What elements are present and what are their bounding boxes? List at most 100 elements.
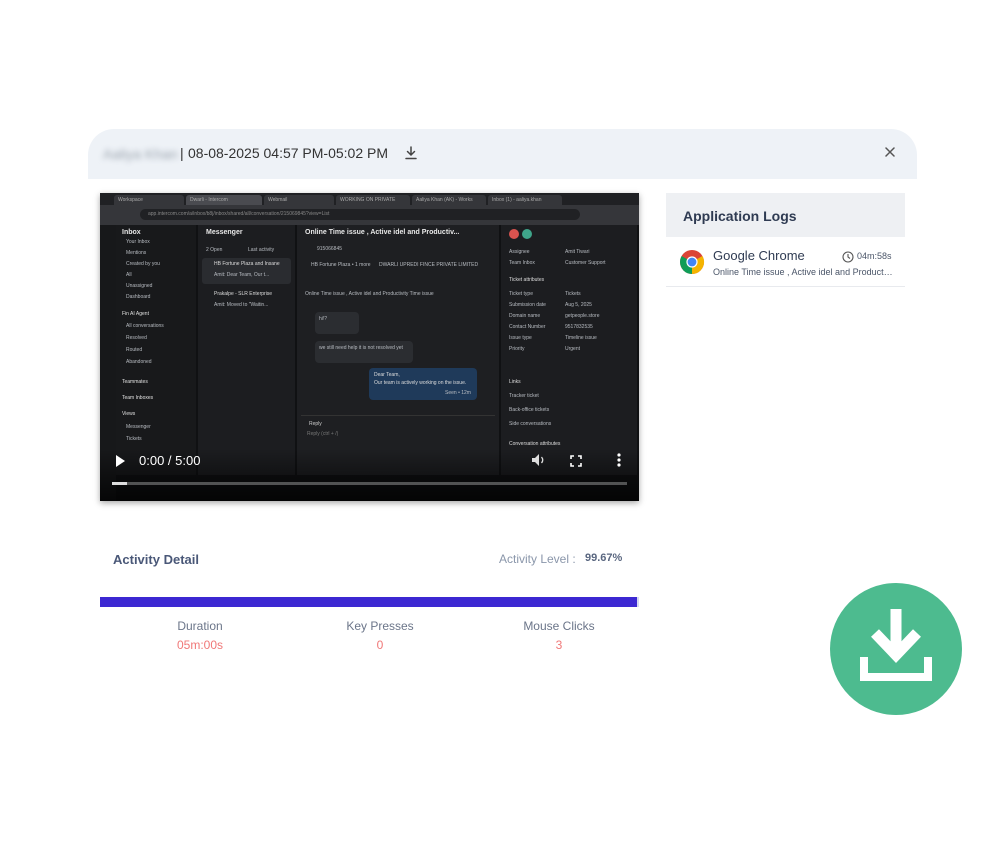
detail-section: Ticket attributes (509, 277, 545, 283)
detail-label: Ticket type (509, 291, 533, 297)
close-icon[interactable] (883, 145, 897, 159)
browser-tab: Aaliya Khan (AK) - Works (412, 195, 486, 205)
inbox-item: Your Inbox (126, 239, 150, 245)
browser-tab: Dwarli - Intercom (186, 195, 262, 205)
conversation-title: Prakalpe - SLR Enterprise (214, 291, 273, 297)
download-button[interactable] (830, 583, 962, 715)
google-chrome-icon (679, 249, 705, 275)
detail-value: Timeline issue (565, 335, 597, 341)
detail-link: Side conversations (509, 421, 552, 427)
volume-icon[interactable] (531, 453, 547, 467)
message-text: we still need help it is not resolved ye… (319, 345, 403, 351)
detail-value: Aug 5, 2025 (565, 302, 592, 308)
modal-header: Aaliya Khan | 08-08-2025 04:57 PM-05:02 … (88, 129, 917, 179)
detail-value: Urgent (565, 346, 581, 352)
user-name: Aaliya Khan (103, 146, 178, 162)
inbox-item: Routed (126, 347, 143, 353)
inbox-item: All (126, 272, 132, 278)
detail-value: Amit Tiwari (565, 249, 590, 255)
clock-icon (842, 250, 854, 263)
avatar (522, 229, 532, 239)
message-text: hi!? (319, 316, 328, 322)
session-video-player[interactable]: Workspace Dwarli - Intercom Webmail WORK… (100, 193, 639, 501)
message-text: Dear Team, (374, 372, 400, 378)
application-logs: Application Logs Google Chrome 04m:58s O… (666, 193, 905, 289)
app-log-item[interactable]: Google Chrome 04m:58s Online Time issue … (666, 237, 905, 287)
detail-label: Contact Number (509, 324, 546, 330)
inbox-item: Tickets (126, 436, 142, 442)
activity-detail-title: Activity Detail (113, 552, 199, 567)
video-progress-bar[interactable] (112, 482, 627, 485)
detail-section: Links (509, 379, 521, 385)
application-logs-title: Application Logs (683, 208, 797, 224)
inbox-item: Messenger (126, 424, 151, 430)
detail-value: getpeople.store (565, 313, 600, 319)
inbox-item: Abandoned (126, 359, 152, 365)
inbox-section: Fin AI Agent (122, 311, 149, 317)
more-options-icon[interactable] (616, 452, 622, 468)
download-icon (860, 609, 932, 681)
conversation-preview: Amit: Moved to "Waitin... (214, 302, 269, 308)
detail-label: Priority (509, 346, 525, 352)
message-bubble-agent: Dear Team, Our team is actively working … (369, 368, 477, 400)
reply-label: Reply (309, 421, 322, 427)
activity-level-value: 99.67% (585, 552, 623, 564)
header-separator: | (180, 145, 184, 161)
browser-tab: WORKING ON PRIVATE (336, 195, 410, 205)
detail-link: Tracker ticket (509, 393, 539, 399)
chat-title: Online Time issue , Active idel and Prod… (305, 229, 460, 236)
chat-company: HB Fortune Plaza • 1 more (311, 262, 371, 268)
download-icon[interactable] (404, 146, 418, 160)
message-meta: Seen • 12m (445, 390, 471, 396)
chat-panel: Online Time issue , Active idel and Prod… (297, 225, 499, 475)
conversation-item: HB Fortune Plaza and Insane Amit: Dear T… (202, 258, 291, 284)
duration-value: 05m:00s (176, 638, 224, 652)
inbox-section: Views (122, 411, 136, 417)
detail-value: 9517832535 (565, 324, 593, 330)
conversation-title: HB Fortune Plaza and Insane (214, 261, 280, 267)
chat-subject: Online Time issue , Active idel and Prod… (305, 291, 434, 297)
messenger-title: Messenger (206, 229, 243, 236)
mouse-clicks-value: 3 (555, 638, 563, 652)
detail-label: Issue type (509, 335, 532, 341)
mouse-clicks-label: Mouse Clicks (523, 619, 595, 633)
inbox-item: All conversations (126, 323, 164, 329)
activity-level-label: Activity Level : (499, 552, 576, 566)
detail-section: Conversation attributes (509, 441, 561, 447)
detail-value: Customer Support (565, 260, 606, 266)
reply-placeholder: Reply (ctrl + /) (307, 431, 339, 437)
app-log-description: Online Time issue , Active idel and Prod… (713, 267, 893, 277)
messenger-panel: Messenger 2 Open Last activity HB Fortun… (198, 225, 295, 475)
detail-label: Assignee (509, 249, 530, 255)
key-presses-label: Key Presses (346, 619, 414, 633)
fullscreen-icon[interactable] (570, 454, 582, 467)
activity-level-fill (100, 597, 638, 607)
inbox-item: Unassigned (126, 283, 153, 289)
conversation-preview: Amit: Dear Team, Our t... (214, 272, 270, 278)
composer-divider (301, 415, 495, 416)
session-time: 08-08-2025 04:57 PM-05:02 PM (188, 145, 389, 161)
inbox-title: Inbox (122, 229, 141, 236)
browser-tab: Webmail (264, 195, 334, 205)
inbox-panel: Inbox Your Inbox Mentions Created by you… (116, 225, 196, 475)
duration-label: Duration (177, 619, 223, 633)
video-time: 0:00 / 5:00 (139, 453, 201, 468)
inbox-section: Teammates (122, 379, 148, 385)
message-bubble: hi!? (315, 312, 359, 334)
inbox-item: Resolved (126, 335, 147, 341)
video-progress-fill (112, 482, 128, 485)
application-logs-header: Application Logs (666, 193, 905, 237)
app-log-name: Google Chrome (713, 248, 805, 263)
message-text: Our team is actively working on the issu… (374, 380, 467, 386)
avatar (509, 229, 519, 239)
inbox-item: Dashboard (126, 294, 151, 300)
detail-value: Tickets (565, 291, 581, 297)
message-bubble: we still need help it is not resolved ye… (315, 341, 413, 363)
browser-tab: Inbox (1) - aaliya.khan (488, 195, 562, 205)
play-icon[interactable] (116, 455, 125, 467)
detail-label: Domain name (509, 313, 541, 319)
detail-label: Submission date (509, 302, 546, 308)
browser-tab-strip: Workspace Dwarli - Intercom Webmail WORK… (100, 193, 639, 205)
messenger-filter: 2 Open (206, 247, 223, 253)
messenger-sort: Last activity (248, 247, 275, 253)
